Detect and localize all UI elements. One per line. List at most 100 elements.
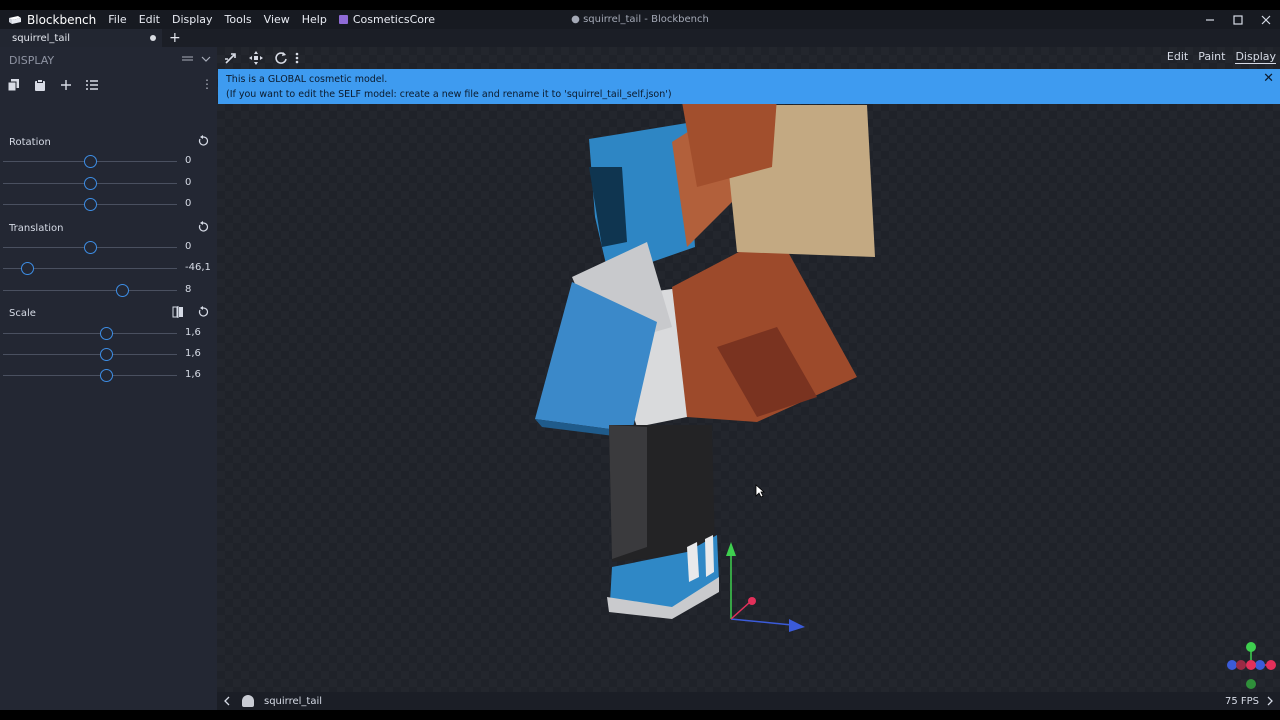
translation-y-value[interactable]: -46,1 xyxy=(185,262,213,273)
title-bar: Blockbench File Edit Display Tools View … xyxy=(0,10,1280,29)
rotation-z-slider[interactable]: 0 xyxy=(0,194,217,215)
menu-display[interactable]: Display xyxy=(172,13,213,26)
close-icon xyxy=(1261,15,1271,24)
scale-x-value[interactable]: 1,6 xyxy=(185,327,213,338)
orientation-gizmo[interactable] xyxy=(1227,639,1277,691)
menu-view[interactable]: View xyxy=(264,13,290,26)
info-banner: This is a GLOBAL cosmetic model. (If you… xyxy=(218,69,1280,104)
paste-button[interactable] xyxy=(34,79,46,91)
close-window-button[interactable] xyxy=(1252,10,1280,29)
cosmeticscore-icon xyxy=(338,15,348,24)
preset-list-button[interactable] xyxy=(86,79,98,91)
translation-x-slider[interactable]: 0 xyxy=(0,237,217,258)
rotation-reset-icon[interactable] xyxy=(197,135,209,147)
menu-cosmeticscore[interactable]: CosmeticsCore xyxy=(338,13,436,26)
move-arrows-icon xyxy=(249,51,263,65)
letterbox-top xyxy=(0,0,1280,10)
rotation-y-value[interactable]: 0 xyxy=(185,177,213,188)
maximize-button[interactable] xyxy=(1224,10,1252,29)
copy-button[interactable] xyxy=(8,79,20,91)
shoe-stripe xyxy=(687,542,699,582)
slider-knob[interactable] xyxy=(100,369,113,382)
chevron-left-icon[interactable] xyxy=(222,696,234,706)
translation-label: Translation xyxy=(9,223,64,234)
more-options-icon[interactable]: ⋮ xyxy=(201,77,213,91)
mode-display[interactable]: Display xyxy=(1235,50,1276,64)
rotation-x-slider[interactable]: 0 xyxy=(0,151,217,172)
translation-y-slider[interactable]: -46,1 xyxy=(0,258,217,279)
viewport-more-button[interactable] xyxy=(292,47,302,69)
scale-z-slider[interactable]: 1,6 xyxy=(0,365,217,386)
project-tab[interactable]: squirrel_tail xyxy=(0,29,162,47)
scale-y-value[interactable]: 1,6 xyxy=(185,348,213,359)
banner-line-2: (If you want to edit the SELF model: cre… xyxy=(226,89,672,100)
banner-close-icon[interactable]: ✕ xyxy=(1263,71,1274,87)
slider-knob[interactable] xyxy=(116,284,129,297)
translation-x-value[interactable]: 0 xyxy=(185,241,213,252)
app-logo[interactable]: Blockbench xyxy=(8,13,96,27)
menu-file[interactable]: File xyxy=(108,13,126,26)
menu-help[interactable]: Help xyxy=(302,13,327,26)
player-head-icon xyxy=(242,695,254,707)
slider-knob[interactable] xyxy=(84,177,97,190)
gizmo-z-axis xyxy=(730,618,793,626)
window-controls xyxy=(1196,10,1280,29)
scale-z-value[interactable]: 1,6 xyxy=(185,369,213,380)
rotation-x-value[interactable]: 0 xyxy=(185,155,213,166)
translation-z-value[interactable]: 8 xyxy=(185,284,213,295)
status-bar: squirrel_tail 75 FPS xyxy=(217,692,1280,710)
project-tab-label: squirrel_tail xyxy=(12,32,71,44)
gizmo-y-arrow xyxy=(726,542,736,556)
panel-title: DISPLAY xyxy=(9,53,55,67)
add-preset-button[interactable] xyxy=(60,79,72,91)
translate-tool-button[interactable] xyxy=(245,47,267,69)
menu-cosmeticscore-label: CosmeticsCore xyxy=(352,13,436,26)
display-panel: DISPLAY ⋮ Rotation 0 0 0 Translation 0 -… xyxy=(0,47,217,710)
mode-edit[interactable]: Edit xyxy=(1167,50,1188,64)
fps-counter: 75 FPS xyxy=(1224,695,1259,707)
slider-knob[interactable] xyxy=(21,262,34,275)
app-name: Blockbench xyxy=(27,12,97,27)
banner-line-1: This is a GLOBAL cosmetic model. xyxy=(226,74,388,85)
menu-tools[interactable]: Tools xyxy=(225,13,252,26)
status-model-name: squirrel_tail xyxy=(264,695,323,707)
translation-reset-icon[interactable] xyxy=(197,221,209,233)
scale-reset-icon[interactable] xyxy=(197,306,209,318)
scale-y-slider[interactable]: 1,6 xyxy=(0,344,217,365)
slider-knob[interactable] xyxy=(84,198,97,211)
slider-knob[interactable] xyxy=(84,155,97,168)
mouse-cursor-icon xyxy=(755,484,765,498)
rotate-tool-button[interactable] xyxy=(270,47,292,69)
scale-x-slider[interactable]: 1,6 xyxy=(0,323,217,344)
mirror-icon[interactable] xyxy=(172,306,184,318)
copy-icon xyxy=(8,79,19,91)
letterbox-bottom xyxy=(0,710,1280,720)
blockbench-logo-icon xyxy=(9,15,21,24)
gizmo-x-axis xyxy=(730,601,751,620)
rotation-y-slider[interactable]: 0 xyxy=(0,173,217,194)
slider-knob[interactable] xyxy=(84,241,97,254)
translation-z-slider[interactable]: 8 xyxy=(0,280,217,301)
viewport-toolbar: Edit Paint Display xyxy=(217,47,1280,69)
player-model-preview[interactable] xyxy=(217,47,1280,692)
legs-shade xyxy=(609,425,647,559)
move-tool-button[interactable] xyxy=(220,47,242,69)
gizmo-y-ball xyxy=(1246,642,1256,652)
unsaved-dot-icon[interactable] xyxy=(150,35,156,41)
slider-knob[interactable] xyxy=(100,348,113,361)
pivot-icon xyxy=(225,53,236,64)
menu-edit[interactable]: Edit xyxy=(139,13,160,26)
rotate-icon xyxy=(275,52,287,64)
mode-paint[interactable]: Paint xyxy=(1198,50,1225,64)
minimize-icon xyxy=(1206,18,1214,21)
list-icon xyxy=(86,80,98,90)
vertical-dots-icon xyxy=(295,52,299,64)
minimize-button[interactable] xyxy=(1196,10,1224,29)
panel-menu-icon[interactable] xyxy=(182,54,193,64)
new-tab-button[interactable]: + xyxy=(169,31,181,45)
chevron-right-icon[interactable] xyxy=(1265,696,1275,706)
chevron-down-icon[interactable] xyxy=(201,54,211,64)
3d-viewport[interactable]: Edit Paint Display This is a GLOBAL cosm… xyxy=(217,47,1280,692)
rotation-z-value[interactable]: 0 xyxy=(185,198,213,209)
slider-knob[interactable] xyxy=(100,327,113,340)
